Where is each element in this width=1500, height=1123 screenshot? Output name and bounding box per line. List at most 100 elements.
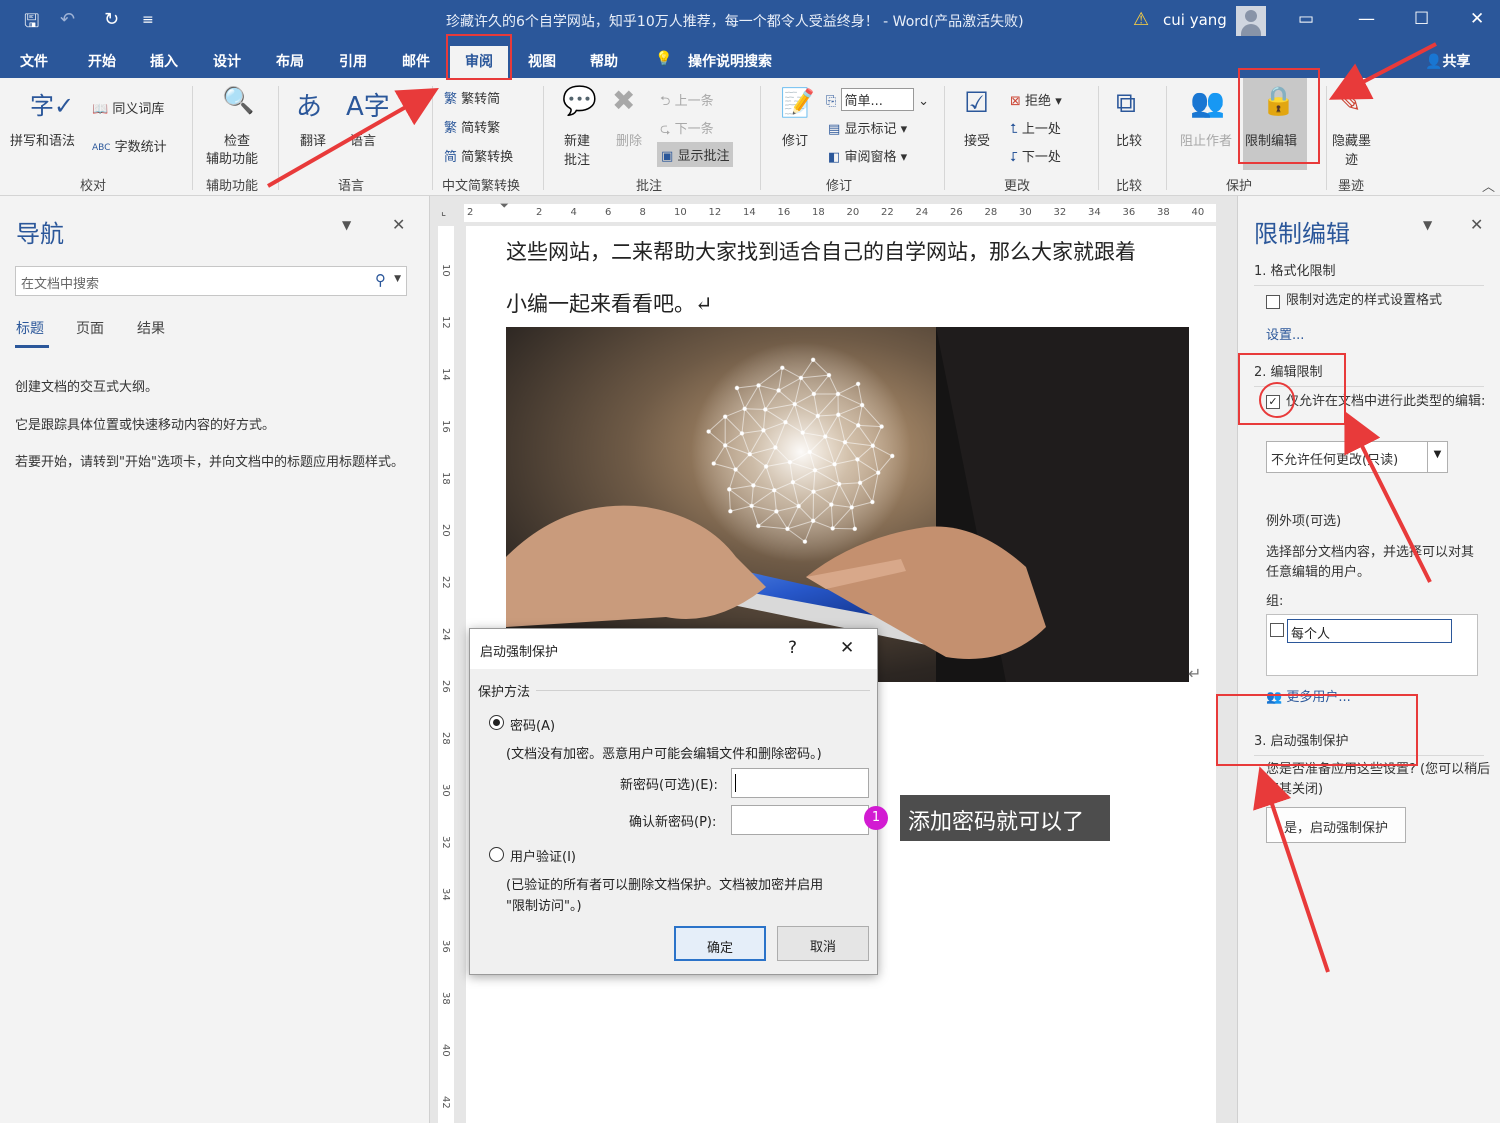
settings-link[interactable]: 设置... [1266, 324, 1304, 343]
ruler-tick-label: 28 [984, 207, 998, 218]
user-auth-radio[interactable] [489, 847, 504, 862]
close-pane-icon[interactable]: ✕ [1470, 215, 1483, 234]
hide-ink-button[interactable]: 隐藏墨迹 [1332, 130, 1371, 168]
word-count-button[interactable]: ABC 字数统计 [92, 136, 167, 155]
spelling-grammar-button[interactable]: 拼写和语法 [10, 130, 75, 149]
tell-me-search[interactable]: 操作说明搜索 [688, 51, 772, 71]
compare-button[interactable]: 比较 [1116, 130, 1142, 149]
redo-icon[interactable]: ↻ [104, 9, 119, 30]
nav-search-box[interactable]: 在文档中搜索 ⚲ ▼ [15, 266, 407, 296]
ok-button[interactable]: 确定 [674, 926, 766, 961]
language-button[interactable]: 语言 [350, 130, 376, 149]
undo-icon[interactable]: ↶ [60, 9, 75, 30]
chevron-down-icon[interactable]: ▼ [394, 274, 401, 284]
previous-change-button[interactable]: ⮤ 上一处 [1010, 118, 1061, 137]
nav-tab-pages[interactable]: 页面 [76, 318, 104, 338]
tab-mailings[interactable]: 邮件 [402, 51, 430, 71]
confirm-password-input[interactable] [731, 805, 869, 835]
password-radio-label[interactable]: 密码(A) [510, 715, 555, 734]
check-label-1: 检查 [223, 134, 250, 149]
minimize-icon[interactable]: — [1358, 9, 1375, 29]
block-authors-button[interactable]: 阻止作者 [1180, 130, 1232, 149]
accept-button[interactable]: 接受 [964, 130, 990, 149]
review-pane-label: 审阅窗格 [844, 150, 897, 165]
markup-view-select[interactable]: ⎘ 简单... ⌄ [826, 88, 929, 111]
globe-node [855, 457, 860, 462]
next-comment-button[interactable]: ⮎ 下一条 [660, 118, 714, 142]
horizontal-ruler[interactable]: 2 2 4 6 8 10 12 14 16 18 20 22 24 26 28 30 32 34 36 38 40 ⏷ … [434, 196, 1216, 226]
nav-search-input[interactable]: 在文档中搜索 [21, 273, 99, 292]
save-icon[interactable]: 🖫 [24, 9, 39, 39]
ruler-tick-label: 20 [440, 524, 451, 537]
user-name[interactable]: cui yang [1163, 11, 1227, 29]
everyone-checkbox[interactable] [1270, 623, 1284, 637]
nav-hint-1: 创建文档的交互式大纲。 [15, 380, 159, 395]
tab-design[interactable]: 设计 [213, 51, 241, 71]
tab-selector-icon[interactable]: ⌞ [441, 205, 446, 218]
globe-node [822, 434, 828, 439]
to-traditional-button[interactable]: 繁 简转繁 [444, 117, 500, 136]
editing-type-select[interactable]: 不允许任何更改(只读) ▼ [1266, 441, 1448, 473]
ruler-tick-label: 38 [440, 992, 451, 1005]
tab-file[interactable]: 文件 [20, 51, 48, 71]
start-enforcing-button[interactable]: 是，启动强制保护 [1266, 807, 1406, 843]
translate-button[interactable]: 翻译 [300, 130, 326, 149]
tab-insert[interactable]: 插入 [150, 51, 178, 71]
avatar[interactable] [1236, 6, 1266, 36]
customize-qat-icon[interactable]: ≡ [142, 12, 154, 28]
show-comments-button[interactable]: ▣ 显示批注 [657, 142, 734, 167]
share-button[interactable]: 👤共享 [1425, 51, 1470, 71]
globe-node [807, 449, 812, 455]
pane-options-icon[interactable]: ▼ [342, 218, 351, 232]
indent-marker-icon[interactable]: ⏷ [500, 199, 509, 213]
section-formatting: 1. 格式化限制 [1254, 260, 1484, 286]
nav-tab-headings[interactable]: 标题 [16, 318, 44, 338]
tab-home[interactable]: 开始 [88, 51, 116, 71]
chevron-down-icon[interactable]: ▼ [1427, 442, 1447, 472]
track-changes-button[interactable]: 修订 [782, 130, 808, 149]
check-label-2: 辅助功能 [206, 152, 259, 167]
tab-view[interactable]: 视图 [528, 51, 556, 71]
tab-layout[interactable]: 布局 [276, 51, 304, 71]
user-auth-radio-label[interactable]: 用户验证(I) [510, 846, 576, 865]
document-text-line-2[interactable]: 小编一起来看看吧。↵ [506, 288, 713, 318]
ribbon-display-icon[interactable]: ▭ [1298, 9, 1314, 29]
reject-button[interactable]: ⊠ 拒绝 ▾ [1010, 90, 1062, 109]
show-markup-button[interactable]: ▤ 显示标记 ▾ [828, 118, 907, 137]
nav-tab-results[interactable]: 结果 [137, 318, 165, 338]
delete-comment-button[interactable]: 删除 [616, 130, 642, 149]
to-simplified-button[interactable]: 繁 繁转简 [444, 88, 500, 107]
prev-comment-button[interactable]: ⮌ 上一条 [660, 90, 714, 114]
new-password-input[interactable] [731, 768, 869, 798]
word-count-label: 字数统计 [114, 140, 167, 155]
check-accessibility-button[interactable]: 检查 [220, 130, 254, 149]
close-pane-icon[interactable]: ✕ [392, 215, 405, 234]
tab-help[interactable]: 帮助 [590, 51, 618, 71]
format-restriction-checkbox[interactable] [1266, 295, 1280, 309]
tab-references[interactable]: 引用 [339, 51, 367, 71]
thesaurus-button[interactable]: 📖 同义词库 [92, 98, 164, 117]
document-text-line-1[interactable]: 这些网站，二来帮助大家找到适合自己的自学网站，那么大家就跟着 [506, 236, 1136, 266]
highlight-review-tab [446, 34, 512, 80]
cancel-button[interactable]: 取消 [777, 926, 869, 961]
collapse-ribbon-icon[interactable]: ︿ [1482, 176, 1495, 195]
help-icon[interactable]: ? [788, 638, 797, 658]
everyone-item[interactable]: 每个人 [1287, 619, 1452, 643]
review-pane-button[interactable]: ◧ 审阅窗格 ▾ [828, 146, 907, 165]
password-radio[interactable] [489, 715, 504, 730]
new-comment-label-2: 批注 [564, 153, 591, 168]
new-comment-button[interactable]: 新建 批注 [564, 130, 590, 168]
vertical-ruler[interactable]: 10 12 14 16 18 20 22 24 26 28 30 32 34 36 38 40 42 [434, 226, 458, 1123]
close-window-icon[interactable]: ✕ [1470, 9, 1484, 29]
globe-node [773, 445, 778, 450]
convert-button[interactable]: 简 简繁转换 [444, 146, 513, 165]
pane-options-icon[interactable]: ▼ [1423, 218, 1432, 232]
reject-icon: ⊠ [1010, 94, 1021, 109]
close-icon[interactable]: ✕ [840, 638, 854, 658]
search-icon[interactable]: ⚲ [375, 271, 386, 289]
window-title: 珍藏许久的6个自学网站，知乎10万人推荐，每一个都令人受益终身！ - Word(… [446, 14, 1024, 30]
maximize-icon[interactable]: ☐ [1414, 9, 1429, 29]
spelling-icon: 字✓ [30, 92, 75, 120]
exceptions-description: 选择部分文档内容，并选择可以对其任意编辑的用户。 [1266, 545, 1475, 580]
next-change-button[interactable]: ⮦ 下一处 [1010, 146, 1061, 165]
